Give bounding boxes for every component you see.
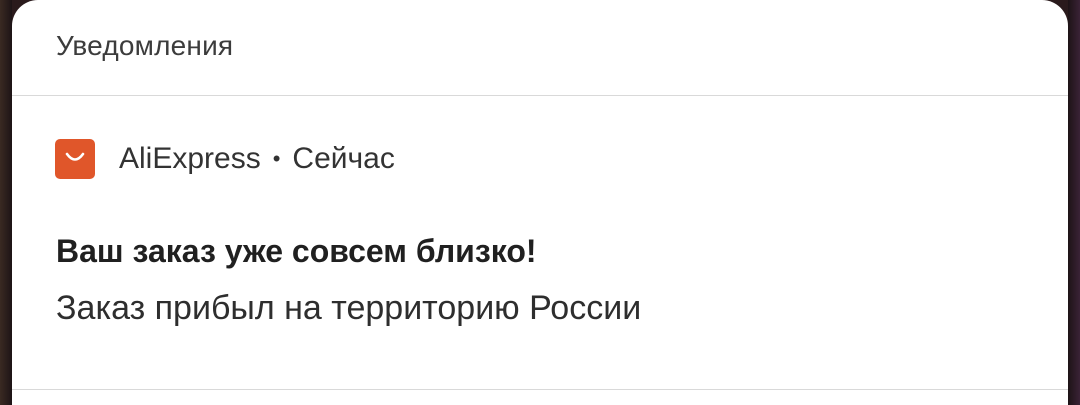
separator-dot: • xyxy=(272,146,281,171)
notification-card[interactable]: AliExpress • Сейчас Ваш заказ уже совсем… xyxy=(12,97,1068,389)
panel-title: Уведомления xyxy=(56,29,234,61)
aliexpress-bag-icon xyxy=(55,139,95,179)
panel-header: Уведомления xyxy=(12,0,1068,96)
notification-body: Заказ прибыл на территорию России xyxy=(56,289,642,327)
notification-title: Ваш заказ уже совсем близко! xyxy=(56,233,537,269)
notification-time: Сейчас xyxy=(292,142,395,175)
app-name: AliExpress xyxy=(119,142,261,175)
notification-header: AliExpress • Сейчас xyxy=(55,139,395,179)
divider xyxy=(12,389,1068,390)
notification-panel: Уведомления AliExpress • Сейчас Ваш зака… xyxy=(12,0,1068,405)
